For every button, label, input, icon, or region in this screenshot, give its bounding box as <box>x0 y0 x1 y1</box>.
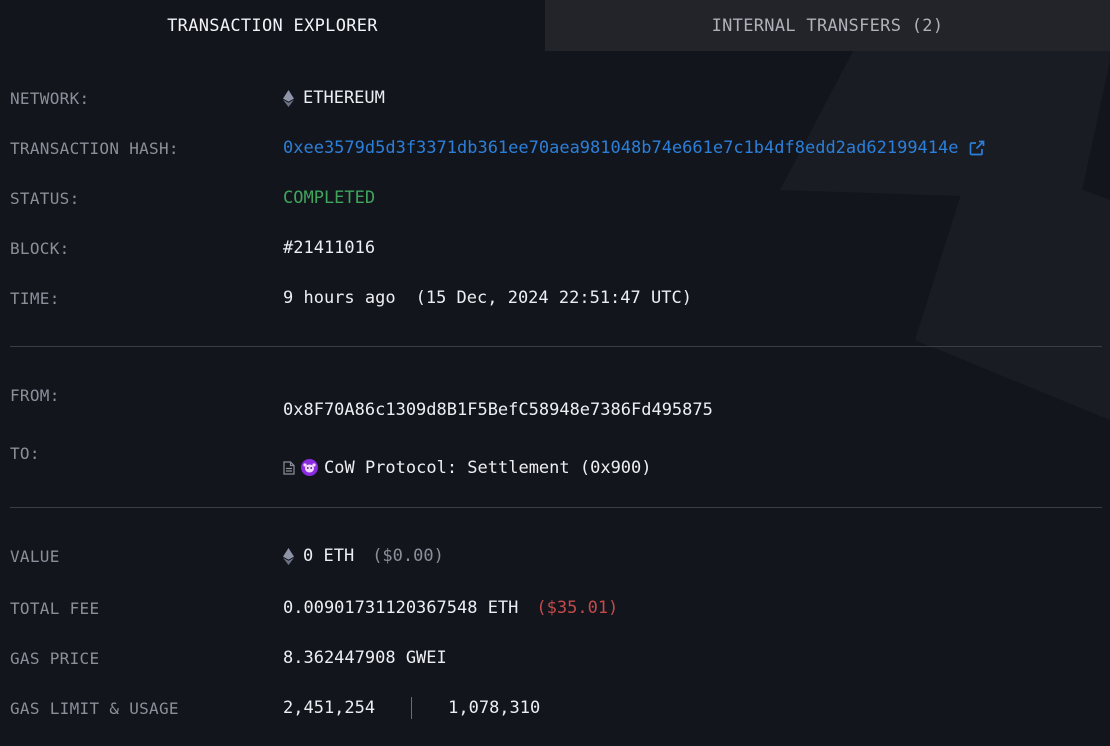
time-row: TIME: 9 hours ago (15 Dec, 2024 22:51:47… <box>0 286 1102 310</box>
gas-usage: 1,078,310 <box>448 698 541 718</box>
ethereum-icon <box>283 547 294 565</box>
from-address[interactable]: 0x8F70A86c1309d8B1F5BefC58948e7386Fd4958… <box>283 400 713 420</box>
gas-price-value: 8.362447908 GWEI <box>283 648 447 668</box>
fee-label: TOTAL FEE <box>10 598 100 618</box>
status-row: STATUS: COMPLETED <box>0 186 1102 210</box>
to-contract-name[interactable]: CoW Protocol: Settlement (0x900) <box>324 458 652 478</box>
network-label: NETWORK: <box>10 88 90 108</box>
gas-price-label: GAS PRICE <box>10 648 100 668</box>
background-decoration <box>780 0 1110 420</box>
time-label: TIME: <box>10 288 60 308</box>
status-badge: COMPLETED <box>283 188 376 208</box>
hash-value: 0xee3579d5d3f3371db361ee70aea981048b74e6… <box>283 138 985 158</box>
fee-row: TOTAL FEE 0.00901731120367548 ETH ($35.0… <box>0 596 1102 620</box>
from-row: FROM: 0x8F70A86c1309d8B1F5BefC58948e7386… <box>0 383 1102 421</box>
value-amount: 0 ETH ($0.00) <box>283 546 444 566</box>
value-usd: ($0.00) <box>372 546 444 566</box>
to-label: TO: <box>10 443 40 463</box>
fee-usd: ($35.01) <box>536 598 619 618</box>
network-value: ETHEREUM <box>283 88 385 108</box>
time-value: 9 hours ago (15 Dec, 2024 22:51:47 UTC) <box>283 288 692 308</box>
divider <box>10 346 1102 347</box>
external-link-icon[interactable] <box>969 140 985 156</box>
block-row: BLOCK: #21411016 <box>0 236 1102 260</box>
value-eth: 0 ETH <box>303 546 355 566</box>
fee-eth: 0.00901731120367548 ETH <box>283 598 519 618</box>
time-absolute: (15 Dec, 2024 22:51:47 UTC) <box>415 288 692 308</box>
from-label: FROM: <box>10 385 60 405</box>
value-label: VALUE <box>10 546 60 566</box>
status-label: STATUS: <box>10 188 80 208</box>
tab-transaction-explorer[interactable]: TRANSACTION EXPLORER <box>0 0 545 51</box>
gas-label: GAS LIMIT & USAGE <box>10 698 179 718</box>
cow-protocol-icon <box>301 459 318 476</box>
tab-internal-transfers[interactable]: INTERNAL TRANSFERS (2) <box>545 0 1110 51</box>
tab-bar: TRANSACTION EXPLORER INTERNAL TRANSFERS … <box>0 0 1110 51</box>
to-value: CoW Protocol: Settlement (0x900) <box>283 458 652 478</box>
block-number[interactable]: #21411016 <box>283 238 375 258</box>
fee-value: 0.00901731120367548 ETH ($35.01) <box>283 598 618 618</box>
network-name: ETHEREUM <box>303 88 385 108</box>
gas-separator <box>411 697 413 719</box>
document-icon <box>283 460 295 475</box>
time-relative: 9 hours ago <box>283 288 396 308</box>
hash-row: TRANSACTION HASH: 0xee3579d5d3f3371db361… <box>0 136 1102 160</box>
gas-value: 2,451,254 1,078,310 <box>283 697 540 719</box>
transaction-page: TRANSACTION EXPLORER INTERNAL TRANSFERS … <box>0 0 1110 746</box>
gas-price-row: GAS PRICE 8.362447908 GWEI <box>0 646 1102 670</box>
network-row: NETWORK: ETHEREUM <box>0 86 1102 110</box>
gas-limit: 2,451,254 <box>283 698 376 718</box>
value-row: VALUE 0 ETH ($0.00) <box>0 544 1102 568</box>
gas-row: GAS LIMIT & USAGE 2,451,254 1,078,310 <box>0 696 1102 720</box>
divider <box>10 507 1102 508</box>
ethereum-icon <box>283 89 294 107</box>
block-label: BLOCK: <box>10 238 70 258</box>
to-row: TO: CoW Protocol: Settlement (0x900) <box>0 441 1102 478</box>
hash-label: TRANSACTION HASH: <box>10 138 179 158</box>
transaction-hash-link[interactable]: 0xee3579d5d3f3371db361ee70aea981048b74e6… <box>283 138 959 158</box>
